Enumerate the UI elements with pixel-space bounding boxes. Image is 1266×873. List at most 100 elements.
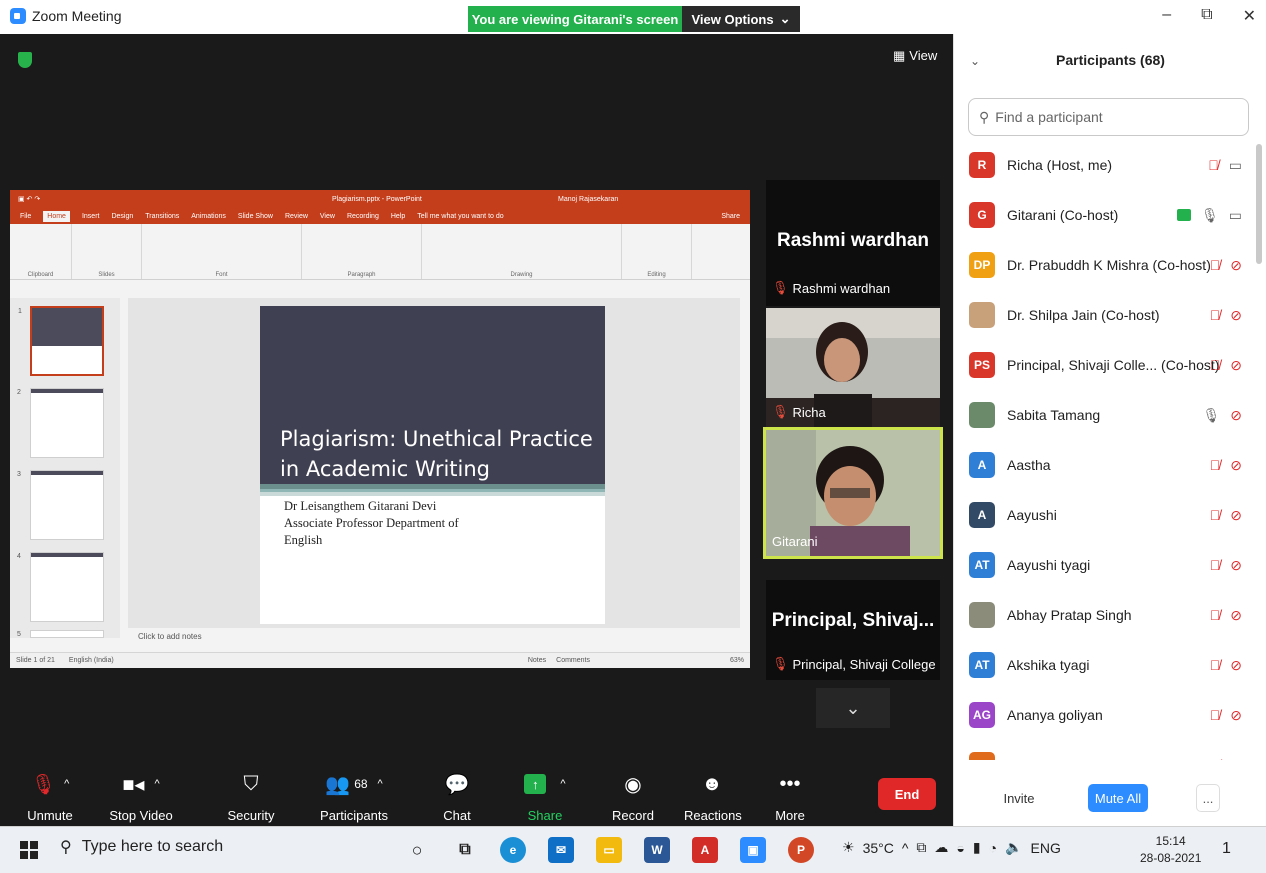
ppt-tab-home[interactable]: Home — [43, 210, 70, 222]
view-options-button[interactable]: View Options ⌄ — [682, 6, 800, 32]
ppt-tab-animations[interactable]: Animations — [191, 213, 226, 220]
edge-browser-icon[interactable]: e — [500, 837, 526, 863]
battery-icon[interactable]: ▮ — [973, 839, 981, 856]
participants-button[interactable]: 👥 68 ^ Participants — [318, 770, 390, 824]
chat-button[interactable]: 💬 Chat — [440, 770, 474, 824]
zoom-app-icon[interactable]: ▣ — [740, 837, 766, 863]
minimize-button[interactable]: – — [1162, 6, 1171, 26]
tray-app-icon[interactable]: ⧉ — [916, 839, 926, 856]
language-indicator[interactable]: ENG — [1031, 840, 1061, 856]
current-slide[interactable]: Plagiarism: Unethical Practice in Academ… — [260, 306, 605, 624]
powerpoint-icon[interactable]: P — [788, 837, 814, 863]
video-tile-rashmi[interactable]: Rashmi wardhan 🎙 Rashmi wardhan — [766, 180, 940, 306]
mic-muted-icon: 🎙 — [772, 656, 789, 671]
slide-thumbnail[interactable]: 3 — [17, 470, 104, 540]
network-icon[interactable]: ◒ — [956, 840, 964, 856]
acrobat-icon[interactable]: A — [692, 837, 718, 863]
participant-row[interactable]: AT Akshika tyagi 🎙̸ ⊘ — [954, 640, 1254, 690]
participant-row[interactable]: G Gitarani (Co-host) 🎙 ▭ — [954, 190, 1254, 240]
slide-thumbnail[interactable]: 2 — [17, 388, 104, 458]
ppt-tab-help[interactable]: Help — [391, 213, 405, 220]
word-icon[interactable]: W — [644, 837, 670, 863]
tray-expand-icon[interactable]: ^ — [902, 840, 909, 856]
onedrive-icon[interactable]: ☁ — [934, 839, 948, 856]
participant-row[interactable]: Sabita Tamang 🎙 ⊘ — [954, 390, 1254, 440]
ppt-tab-transitions[interactable]: Transitions — [145, 213, 179, 220]
ppt-tab-recording[interactable]: Recording — [347, 213, 379, 220]
participant-name: Richa (Host, me) — [1007, 157, 1113, 173]
chevron-down-icon: ⌄ — [845, 697, 861, 718]
notification-icon[interactable]: 1 — [1222, 840, 1231, 858]
participant-row[interactable]: AT Aayushi tyagi 🎙̸ ⊘ — [954, 540, 1254, 590]
participant-status-icons: 🎙̸ ⊘ — [1210, 657, 1242, 674]
slide-thumbnail[interactable]: 4 — [17, 552, 104, 622]
record-button[interactable]: ◉ Record — [610, 770, 656, 824]
cortana-icon[interactable]: ○ — [404, 837, 430, 863]
ppt-tab-slideshow[interactable]: Slide Show — [238, 213, 273, 220]
participant-row[interactable]: AG Ananya goliyan 🎙̸ ⊘ — [954, 690, 1254, 740]
video-off-icon: ⊘ — [1230, 757, 1242, 761]
reactions-button[interactable]: ☻ Reactions — [684, 770, 742, 824]
slide-thumbnail[interactable]: 1 — [18, 306, 104, 376]
ppt-tab-file[interactable]: File — [20, 213, 31, 220]
ppt-tab-review[interactable]: Review — [285, 213, 308, 220]
file-explorer-icon[interactable]: ▭ — [596, 837, 622, 863]
security-button[interactable]: ⛉ Security — [226, 770, 276, 824]
ppt-file-name: Plagiarism.pptx - PowerPoint — [332, 195, 422, 203]
tile-display-name: Rashmi wardhan — [776, 230, 930, 251]
panel-more-button[interactable]: ... — [1196, 784, 1220, 812]
tile-name-label-gitarani: Gitarani — [772, 534, 818, 549]
close-button[interactable]: ✕ — [1243, 6, 1256, 26]
unmute-button[interactable]: 🎙 ^ Unmute — [20, 770, 80, 824]
participant-row[interactable]: Abhay Pratap Singh 🎙̸ ⊘ — [954, 590, 1254, 640]
participant-row[interactable]: R Richa (Host, me) 🎙̸ ▭ — [954, 140, 1254, 190]
taskbar-clock[interactable]: 15:14 28-08-2021 — [1140, 833, 1201, 867]
slide-thumbnail[interactable]: 5 — [17, 630, 104, 638]
participant-status-icons: 🎙̸ ⊘ — [1210, 307, 1242, 324]
status-comments-button[interactable]: Comments — [556, 657, 590, 664]
viewing-screen-banner: You are viewing Gitarani's screen — [468, 6, 682, 32]
participant-search-input[interactable]: ⚲ Find a participant — [968, 98, 1249, 136]
notes-pane[interactable]: Click to add notes — [128, 628, 740, 646]
mute-all-button[interactable]: Mute All — [1088, 784, 1148, 812]
task-view-icon[interactable]: ⧉ — [452, 837, 478, 863]
ppt-tab-insert[interactable]: Insert — [82, 213, 100, 220]
wifi-icon[interactable]: ◔ — [989, 840, 997, 856]
end-meeting-button[interactable]: End — [878, 778, 936, 810]
restore-button[interactable]: ⧉ — [1201, 6, 1212, 26]
status-zoom-level[interactable]: 63% — [730, 657, 744, 664]
stop-video-button[interactable]: ■◂ ^ Stop Video — [106, 770, 176, 824]
video-tile-principal[interactable]: Principal, Shivaj... 🎙 Principal, Shivaj… — [766, 580, 940, 680]
temperature[interactable]: 35°C — [863, 840, 894, 856]
participant-row[interactable]: A Aastha 🎙̸ ⊘ — [954, 440, 1254, 490]
ppt-status-bar: Slide 1 of 21 English (India) Notes Comm… — [10, 652, 750, 668]
mail-icon[interactable]: ✉ — [548, 837, 574, 863]
taskbar-search[interactable]: ⚲ Type here to search — [60, 837, 223, 857]
invite-button[interactable]: Invite — [994, 784, 1044, 812]
participant-list-scrollbar[interactable] — [1256, 144, 1262, 264]
participant-row[interactable]: AC 🎙̸ ⊘ — [954, 740, 1254, 760]
tile-label-text: Richa — [792, 404, 826, 420]
tile-label-text: Gitarani — [772, 534, 818, 549]
status-notes-button[interactable]: Notes — [528, 657, 546, 664]
scroll-down-button[interactable]: ⌄ — [816, 688, 890, 728]
participant-row[interactable]: DP Dr. Prabuddh K Mishra (Co-host) 🎙̸ ⊘ — [954, 240, 1254, 290]
tile-label-text: Principal, Shivaji College — [792, 656, 936, 672]
ppt-tab-view[interactable]: View — [320, 213, 335, 220]
participant-row[interactable]: Dr. Shilpa Jain (Co-host) 🎙̸ ⊘ — [954, 290, 1254, 340]
participant-row[interactable]: A Aayushi 🎙̸ ⊘ — [954, 490, 1254, 540]
more-button[interactable]: ••• More — [772, 770, 808, 824]
view-layout-button[interactable]: ▦ View — [893, 48, 937, 64]
ppt-tab-design[interactable]: Design — [111, 213, 133, 220]
ribbon-group-clipboard: Clipboard — [10, 224, 72, 279]
volume-icon[interactable]: 🔈 — [1005, 839, 1022, 856]
encryption-shield-icon[interactable] — [18, 52, 32, 68]
mic-muted-icon: 🎙̸ — [1209, 657, 1221, 673]
participant-row[interactable]: PS Principal, Shivaji Colle... (Co-host) 🎙… — [954, 340, 1254, 390]
ppt-share-button[interactable]: Share — [721, 213, 740, 220]
slide-subtitle-line: Dr Leisangthem Gitarani Devi — [284, 499, 437, 513]
ppt-tell-me[interactable]: Tell me what you want to do — [417, 213, 503, 220]
windows-start-icon[interactable] — [20, 841, 38, 859]
participant-status-icons: 🎙 ⊘ — [1202, 407, 1242, 424]
tile-label-text: Rashmi wardhan — [792, 280, 891, 296]
